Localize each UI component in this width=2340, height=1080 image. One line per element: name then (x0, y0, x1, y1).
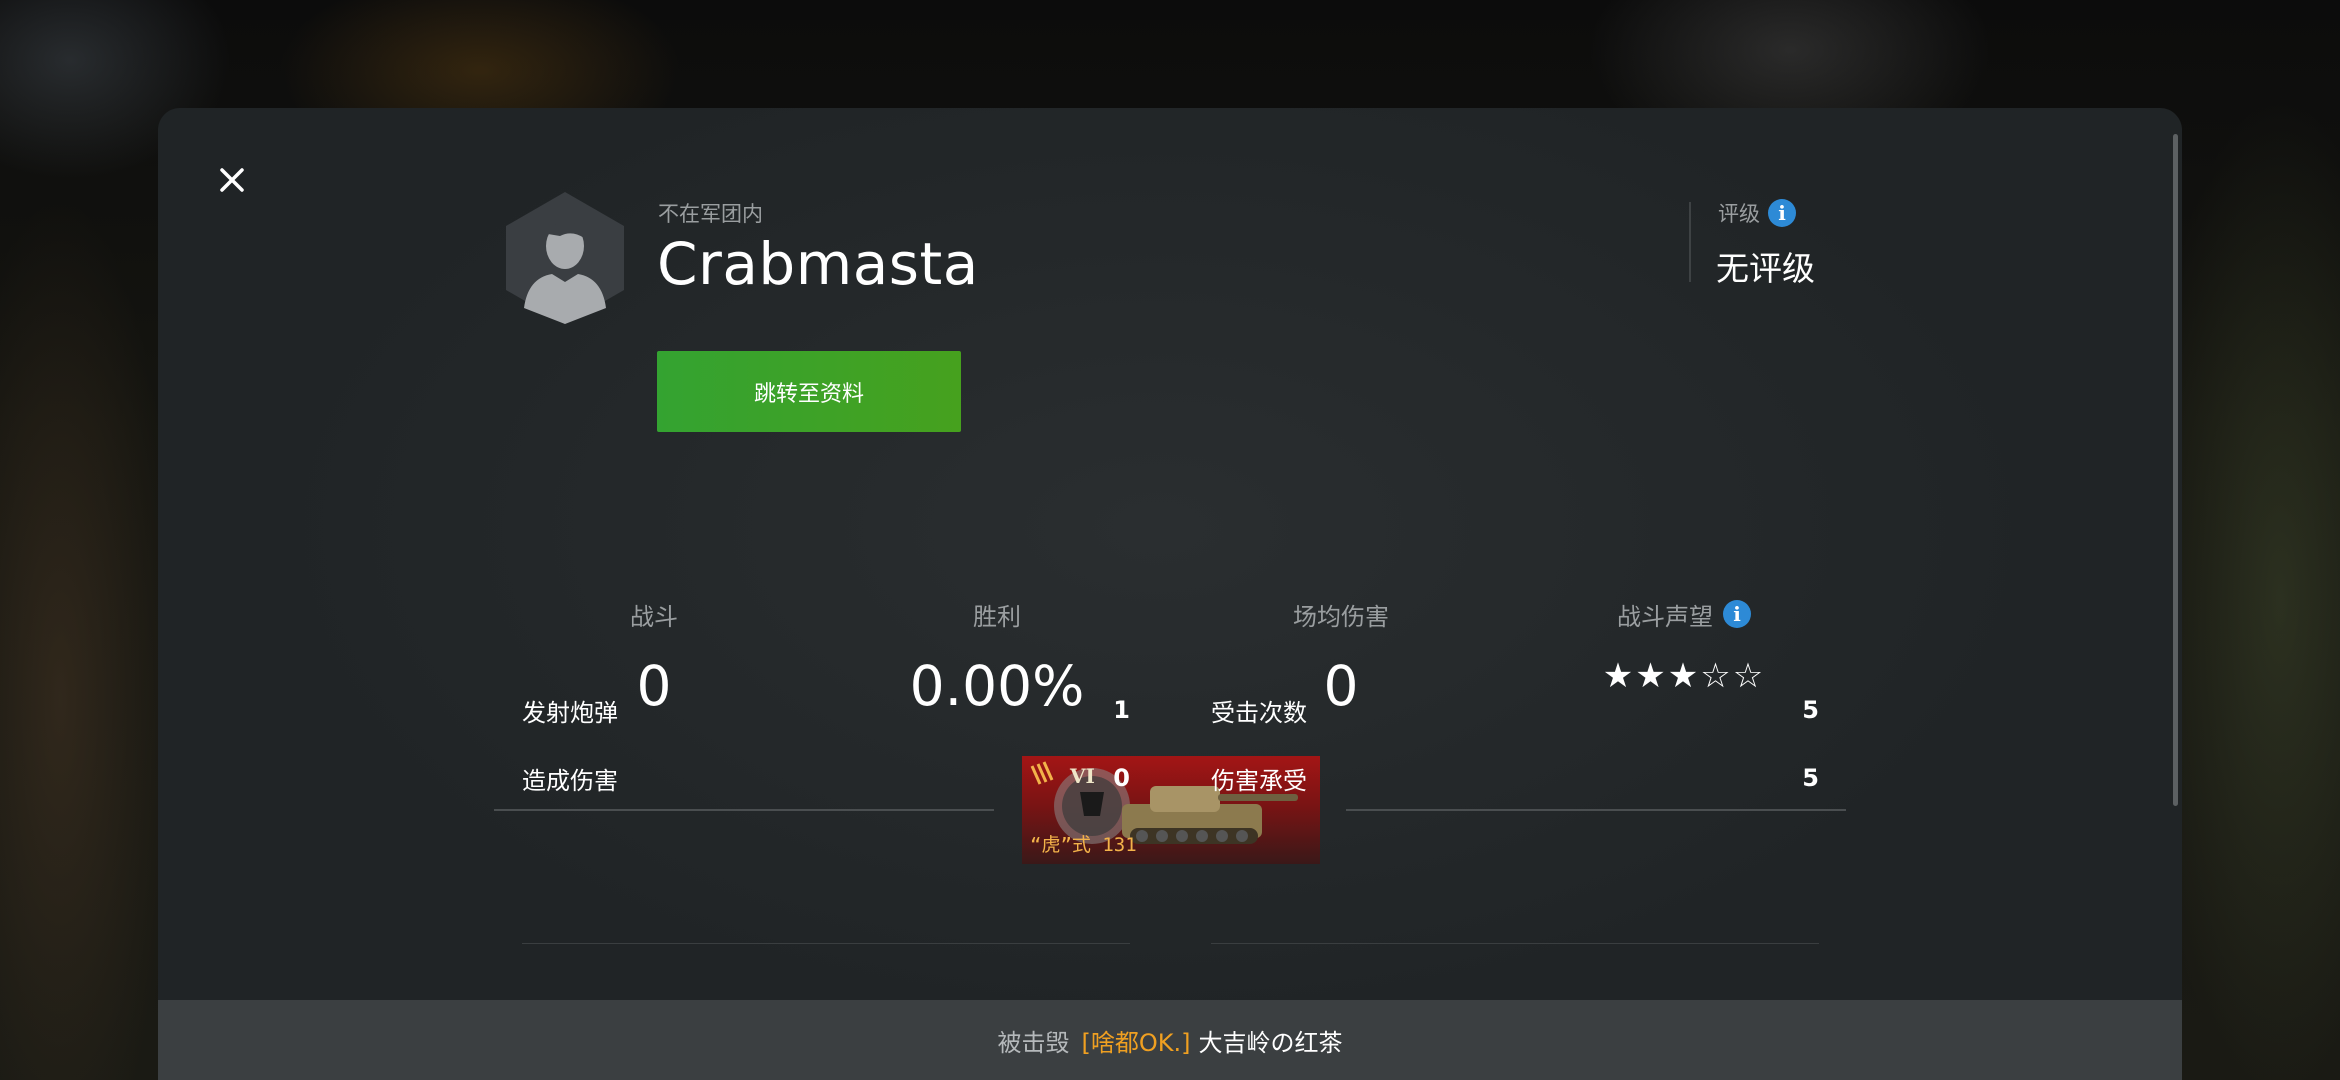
detail-row: 造成伤害 0 (522, 744, 1130, 812)
detail-label: 发射炮弹 (522, 698, 618, 727)
rating-label-group: 评级 i (1718, 198, 1796, 228)
user-silhouette-icon (506, 192, 624, 324)
detail-label: 造成伤害 (522, 766, 618, 795)
destroyed-by-label: 被击毁 (997, 1028, 1070, 1057)
close-icon (220, 168, 244, 192)
detail-value: 5 (1802, 696, 1819, 724)
info-icon[interactable]: i (1768, 199, 1796, 227)
destroyed-by-banner: 被击毁 [啥都OK.] 大吉岭の红茶 (158, 1000, 2182, 1080)
avatar (502, 190, 628, 326)
killer-clan-tag[interactable]: [啥都OK.] (1082, 1023, 1191, 1058)
killer-name[interactable]: 大吉岭の红茶 (1198, 1023, 1342, 1058)
row-divider (522, 943, 1130, 944)
stat-label: 场均伤害 (1293, 602, 1389, 631)
tank-name: “虎”式 131 (1030, 834, 1137, 856)
stat-label-group: 战斗声望 i (1554, 596, 1814, 632)
player-details-dialog: 不在军团内 Crabmasta 跳转至资料 评级 i 无评级 战斗 0 胜利 0… (158, 108, 2182, 1080)
detail-row: 发射炮弹 1 (522, 676, 1130, 744)
stat-label: 胜利 (973, 602, 1021, 631)
stat-label: 战斗 (630, 602, 678, 631)
go-to-profile-button[interactable]: 跳转至资料 (657, 351, 961, 432)
detail-value: 5 (1802, 764, 1819, 792)
player-name: Crabmasta (657, 230, 979, 298)
scrollbar[interactable] (2173, 134, 2178, 806)
clan-status-label: 不在军团内 (658, 202, 763, 226)
detail-value: 0 (1113, 764, 1130, 792)
row-divider (1211, 943, 1819, 944)
detail-row: 伤害承受 5 (1211, 744, 1819, 812)
detail-value: 1 (1113, 696, 1130, 724)
close-button[interactable] (210, 158, 254, 202)
rating-divider (1689, 202, 1691, 282)
detail-label: 受击次数 (1211, 698, 1307, 727)
detail-row: 受击次数 5 (1211, 676, 1819, 744)
rating-label: 评级 (1718, 202, 1760, 226)
stat-label: 战斗声望 (1617, 602, 1713, 631)
rating-value: 无评级 (1716, 249, 1815, 288)
detail-label: 伤害承受 (1211, 766, 1307, 795)
info-icon[interactable]: i (1723, 600, 1751, 628)
